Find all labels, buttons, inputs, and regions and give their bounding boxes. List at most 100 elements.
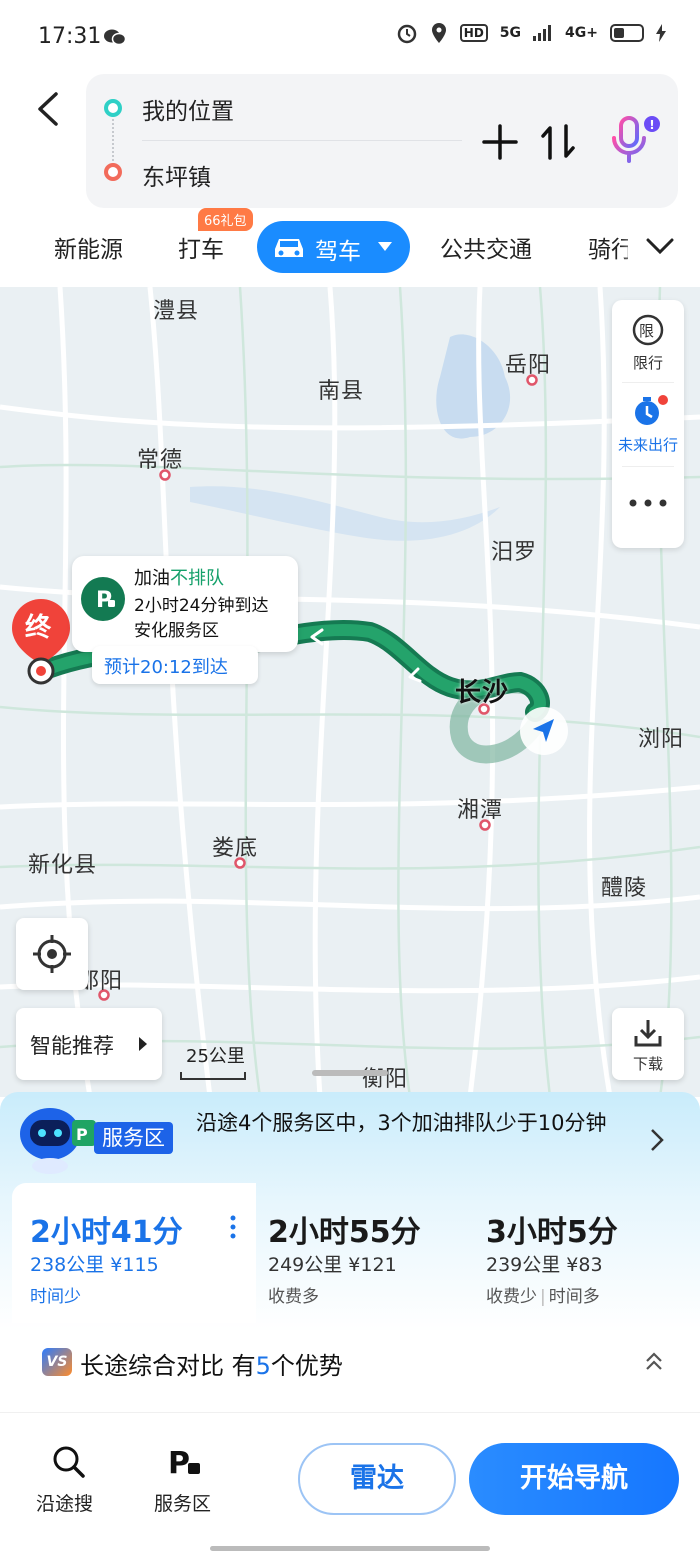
smart-recommend-button[interactable]: 智能推荐 [16,1008,162,1080]
tab-new-energy[interactable]: 新能源 [54,230,123,264]
battery-icon [610,24,644,42]
service-area-text: 沿途4个服务区中，3个加油排队少于10分钟 [196,1111,607,1135]
service-area-button[interactable]: P 服务区 [148,1443,228,1523]
tab-taxi[interactable]: 打车 [178,230,224,264]
status-time: 17:31 [38,24,102,49]
caret-right-icon [139,1037,147,1051]
start-navigation-button[interactable]: 开始导航 [469,1443,679,1515]
restrict-icon-text: 限 [639,322,655,340]
double-chevron-up-icon[interactable] [644,1350,664,1372]
search-along-label: 沿途搜 [36,1493,94,1515]
location-icon [431,23,446,43]
gas-station-icon: P [81,577,125,621]
status-bar: 17:31 HD 5G 4G+ [0,0,700,70]
compare-text: 长途综合对比 有5个优势 [80,1346,343,1381]
route-dist: 239公里 ¥83 [486,1254,603,1276]
city-label: 醴陵 [601,876,648,901]
download-icon [634,1020,662,1047]
route-option-1[interactable]: 2小时41分 238公里 ¥115 时间少 [12,1183,256,1323]
tab-drive[interactable]: 驾车 [257,221,410,273]
compare-suffix: 个优势 [270,1352,343,1380]
route-option-2[interactable]: 2小时55分 249公里 ¥121 收费多 [256,1183,472,1323]
route-tag: 收费少 [486,1287,537,1307]
city-label: 澧县 [153,299,200,324]
destination-field[interactable]: 东坪镇 [142,158,211,192]
sheet-handle[interactable] [312,1070,388,1076]
search-icon [53,1446,85,1478]
divider [622,466,674,467]
svg-text:P: P [168,1446,190,1481]
chevron-down-icon[interactable] [646,238,674,256]
tab-drive-label: 驾车 [315,239,361,265]
service-area-banner[interactable]: P 服务区 沿途4个服务区中，3个加油排队少于10分钟 [0,1092,700,1182]
gas-station-bubble[interactable]: P 加油不排队 2小时24分钟到达 安化服务区 [72,556,298,652]
eta-pill: 预计20:12到达 [92,646,258,684]
route-time: 2小时41分 [30,1215,183,1250]
city-label: 汨罗 [491,540,538,565]
add-waypoint-icon[interactable] [482,124,518,160]
tab-transit[interactable]: 公共交通 [440,230,532,264]
download-button[interactable]: 下载 [612,1008,684,1080]
route-tag: 时间多 [548,1287,600,1307]
bubble-place: 安化服务区 [134,621,219,641]
scale-bar [180,1072,246,1080]
swap-route-icon[interactable] [540,122,576,162]
voice-mic-icon[interactable]: ! [610,114,660,168]
restrict-label[interactable]: 限行 [612,352,684,373]
city-label: 南县 [318,379,365,404]
network-5g: 5G [499,25,522,41]
route-tags: 收费少 | 时间多 [486,1287,600,1307]
hd-badge: HD [459,24,488,42]
map-scale: 25公里 [186,1046,245,1067]
back-arrow-icon[interactable] [36,92,60,126]
more-vertical-icon[interactable] [230,1215,236,1239]
route-dist: 238公里 ¥115 [30,1254,159,1276]
city-label-changsha: 长沙 [455,678,510,708]
taxi-gift-badge: 66礼包 [198,208,253,231]
timer-icon[interactable] [632,394,668,430]
current-location-icon [520,707,568,755]
route-input-card: 我的位置 东坪镇 ! [86,74,678,208]
end-dot [104,163,122,181]
route-tag: 时间少 [30,1287,81,1307]
city-label: 湘潭 [457,798,504,823]
status-icons: HD 5G 4G+ [396,22,666,44]
wechat-icon [104,29,126,46]
route-divider [142,140,462,141]
vs-icon: VS [42,1348,72,1376]
origin-field[interactable]: 我的位置 [142,92,234,126]
future-trip-label[interactable]: 未来出行 [612,434,684,455]
bubble-title: 加油 [134,568,170,589]
map-view[interactable]: 澧县 岳阳 南县 常德 汨罗 长沙 浏阳 湘潭 娄底 新化县 醴陵 邵阳 衡阳 … [0,287,700,1097]
signal-icon [533,25,552,41]
alarm-icon [397,24,417,44]
destination-label: 终 [25,613,52,643]
city-label: 常德 [137,448,184,473]
crosshair-icon [33,935,71,973]
amap-route-screen: 17:31 HD 5G 4G+ 我的位置 东坪镇 ! 新能源 打车 66礼包 驾… [0,0,700,1555]
car-icon [275,239,303,257]
compare-prefix: 长途综合对比 有 [80,1352,256,1380]
svg-text:!: ! [649,118,654,132]
locate-button[interactable] [16,918,88,990]
smart-recommend-label: 智能推荐 [30,1034,114,1058]
service-area-tag: 服务区 [94,1122,173,1154]
city-label: 岳阳 [505,353,552,378]
search-along-button[interactable]: 沿途搜 [30,1443,106,1523]
route-option-3[interactable]: 3小时5分 239公里 ¥83 收费少 | 时间多 [472,1183,688,1323]
compare-count: 5 [255,1352,271,1380]
robot-mascot-icon: P [20,1108,96,1174]
radar-button[interactable]: 雷达 [298,1443,456,1515]
more-icon[interactable] [628,498,668,508]
route-time: 2小时55分 [268,1215,421,1250]
route-time: 3小时5分 [486,1215,618,1250]
long-trip-compare[interactable]: VS 长途综合对比 有5个优势 [0,1330,700,1400]
city-label: 衡阳 [362,1067,409,1092]
city-label: 娄底 [212,836,259,861]
network-4g: 4G+ [565,25,598,41]
service-area-icon: P [168,1446,200,1481]
download-label: 下载 [632,1055,663,1073]
home-indicator[interactable] [210,1546,490,1551]
map-side-panel: 限 限行 未来出行 [612,300,684,548]
eta-text: 预计20:12到达 [104,657,228,678]
